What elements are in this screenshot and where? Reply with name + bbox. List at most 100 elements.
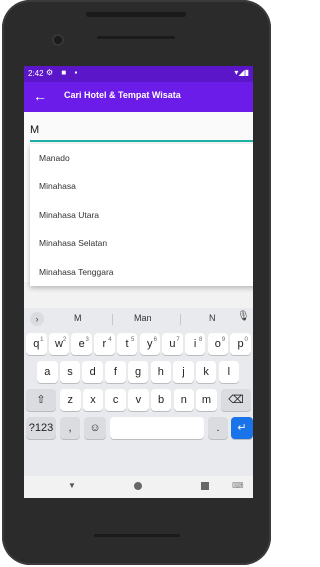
key-letter-label: q — [33, 338, 40, 350]
key-letter-label: a — [44, 366, 51, 378]
key-letter-label: b — [157, 394, 165, 406]
key-letter[interactable]: w2 — [48, 333, 70, 355]
dropdown-item[interactable]: Minahasa Utara — [30, 201, 253, 229]
notification-icons: ⚙ ■ ▪ — [46, 68, 81, 77]
nav-back-icon[interactable]: ▼ — [68, 481, 76, 490]
navigation-bar: ▼ ⌨ — [24, 476, 253, 498]
key-letter[interactable]: z — [60, 389, 81, 411]
key-letter[interactable]: a — [37, 361, 58, 383]
signal-battery-icons: ▾◢▮ — [234, 68, 249, 77]
key-letter[interactable]: y6 — [139, 333, 160, 355]
suggestion-3[interactable]: N — [209, 313, 216, 323]
phone-bottom-speaker — [94, 534, 180, 537]
backspace-key[interactable]: ⌫ — [221, 389, 251, 411]
page-title: Cari Hotel & Tempat Wisata — [64, 90, 181, 100]
shift-key[interactable]: ⇧ — [26, 389, 56, 411]
key-letter[interactable]: s — [59, 361, 81, 383]
key-letter-hint: 7 — [176, 337, 180, 343]
microphone-icon[interactable]: 🎙 — [237, 311, 250, 322]
key-letter[interactable]: q1 — [26, 333, 47, 355]
screen: 2:42 ⚙ ■ ▪ ▾◢▮ ← Cari Hotel & Tempat Wis… — [24, 66, 253, 498]
nav-recents-icon[interactable] — [201, 482, 209, 490]
key-letter-hint: 6 — [153, 337, 157, 343]
key-letter[interactable]: h — [150, 361, 171, 383]
key-letter-hint: 9 — [221, 337, 226, 343]
key-letter[interactable]: i8 — [184, 333, 206, 355]
phone-speaker — [97, 36, 175, 39]
key-letter-label: c — [112, 394, 119, 406]
nav-home-icon[interactable] — [134, 482, 142, 490]
key-letter[interactable]: x — [82, 389, 104, 411]
key-letter-label: x — [90, 394, 96, 406]
key-letter-label: o — [214, 338, 221, 350]
key-letter-label: n — [180, 394, 187, 406]
phone-frame: 2:42 ⚙ ■ ▪ ▾◢▮ ← Cari Hotel & Tempat Wis… — [2, 0, 271, 565]
comma-key-label: , — [68, 422, 72, 434]
suggestion-strip: › M Man N 🎙 — [24, 308, 253, 330]
phone-earpiece — [86, 12, 186, 17]
period-key[interactable]: . — [208, 417, 228, 439]
enter-key[interactable]: ↵ — [231, 417, 253, 439]
key-letter-hint: 8 — [199, 337, 203, 343]
key-letter[interactable]: u7 — [162, 333, 183, 355]
autocomplete-dropdown: Manado Minahasa Minahasa Utara Minahasa Sel… — [30, 144, 253, 286]
key-letter-label: r — [102, 338, 107, 350]
suggestion-2[interactable]: Man — [134, 313, 152, 323]
key-letter[interactable]: g — [127, 361, 149, 383]
key-letter[interactable]: d — [82, 361, 103, 383]
key-letter-label: t — [125, 338, 129, 350]
key-letter-label: m — [201, 394, 212, 406]
key-letter-label: e — [78, 338, 85, 350]
dropdown-item[interactable]: Minahasa Tenggara — [30, 258, 253, 286]
key-letter-label: u — [169, 338, 176, 350]
key-letter-hint: 3 — [85, 337, 89, 343]
dropdown-item[interactable]: Manado — [30, 144, 253, 172]
key-letter[interactable]: r4 — [94, 333, 115, 355]
soft-keyboard: › M Man N 🎙 q1w2e3r4t5y6u7i8o9p0asdfghjk… — [24, 308, 253, 476]
key-letter-label: y — [147, 338, 153, 350]
key-letter[interactable]: m — [196, 389, 217, 411]
dropdown-item[interactable]: Minahasa — [30, 172, 253, 200]
status-bar: 2:42 ⚙ ■ ▪ ▾◢▮ — [24, 66, 253, 82]
period-key-label: . — [216, 422, 220, 434]
search-input[interactable] — [30, 122, 253, 138]
key-letter-label: l — [227, 366, 231, 378]
main-content: ManadoMinahasaMinahasa UtaraMinahasa Sel… — [24, 112, 253, 286]
key-letter-label: v — [135, 394, 142, 406]
symbols-key[interactable]: ?123 — [26, 417, 56, 439]
suggestion-1[interactable]: M — [74, 313, 82, 323]
keyboard-switch-icon[interactable]: ⌨ — [232, 481, 244, 490]
front-camera — [54, 36, 62, 44]
key-letter-hint: 4 — [108, 337, 112, 343]
key-letter[interactable]: k — [195, 361, 217, 383]
key-letter-label: h — [157, 366, 164, 378]
key-letter[interactable]: b — [150, 389, 172, 411]
emoji-key[interactable]: ☺ — [84, 417, 106, 439]
key-letter-hint: 1 — [40, 337, 44, 343]
key-letter[interactable]: p0 — [230, 333, 251, 355]
key-letter-hint: 0 — [244, 337, 248, 343]
key-letter-label: i — [193, 338, 197, 350]
key-letter-label: k — [203, 366, 209, 378]
suggestion-divider — [180, 314, 181, 325]
key-letter-label: f — [113, 366, 117, 378]
chevron-right-icon[interactable]: › — [30, 312, 44, 326]
key-letter[interactable]: c — [105, 389, 126, 411]
comma-key[interactable]: , — [60, 417, 80, 439]
key-letter[interactable]: l — [218, 361, 240, 383]
key-letter[interactable]: o9 — [207, 333, 229, 355]
key-letter[interactable]: f — [105, 361, 126, 383]
back-arrow-icon[interactable]: ← — [32, 88, 48, 104]
key-letter[interactable]: t5 — [116, 333, 138, 355]
key-letter-label: d — [89, 366, 96, 378]
key-letter-label: j — [182, 366, 185, 378]
key-letter[interactable]: e3 — [71, 333, 92, 355]
dropdown-item[interactable]: Minahasa Selatan — [30, 229, 253, 257]
space-key[interactable] — [110, 417, 204, 439]
key-letter[interactable]: v — [128, 389, 149, 411]
app-bar: ← Cari Hotel & Tempat Wisata — [24, 82, 253, 112]
key-letter-label: p — [237, 338, 244, 350]
key-letter-label: s — [67, 366, 73, 378]
key-letter[interactable]: n — [173, 389, 194, 411]
key-letter[interactable]: j — [173, 361, 194, 383]
